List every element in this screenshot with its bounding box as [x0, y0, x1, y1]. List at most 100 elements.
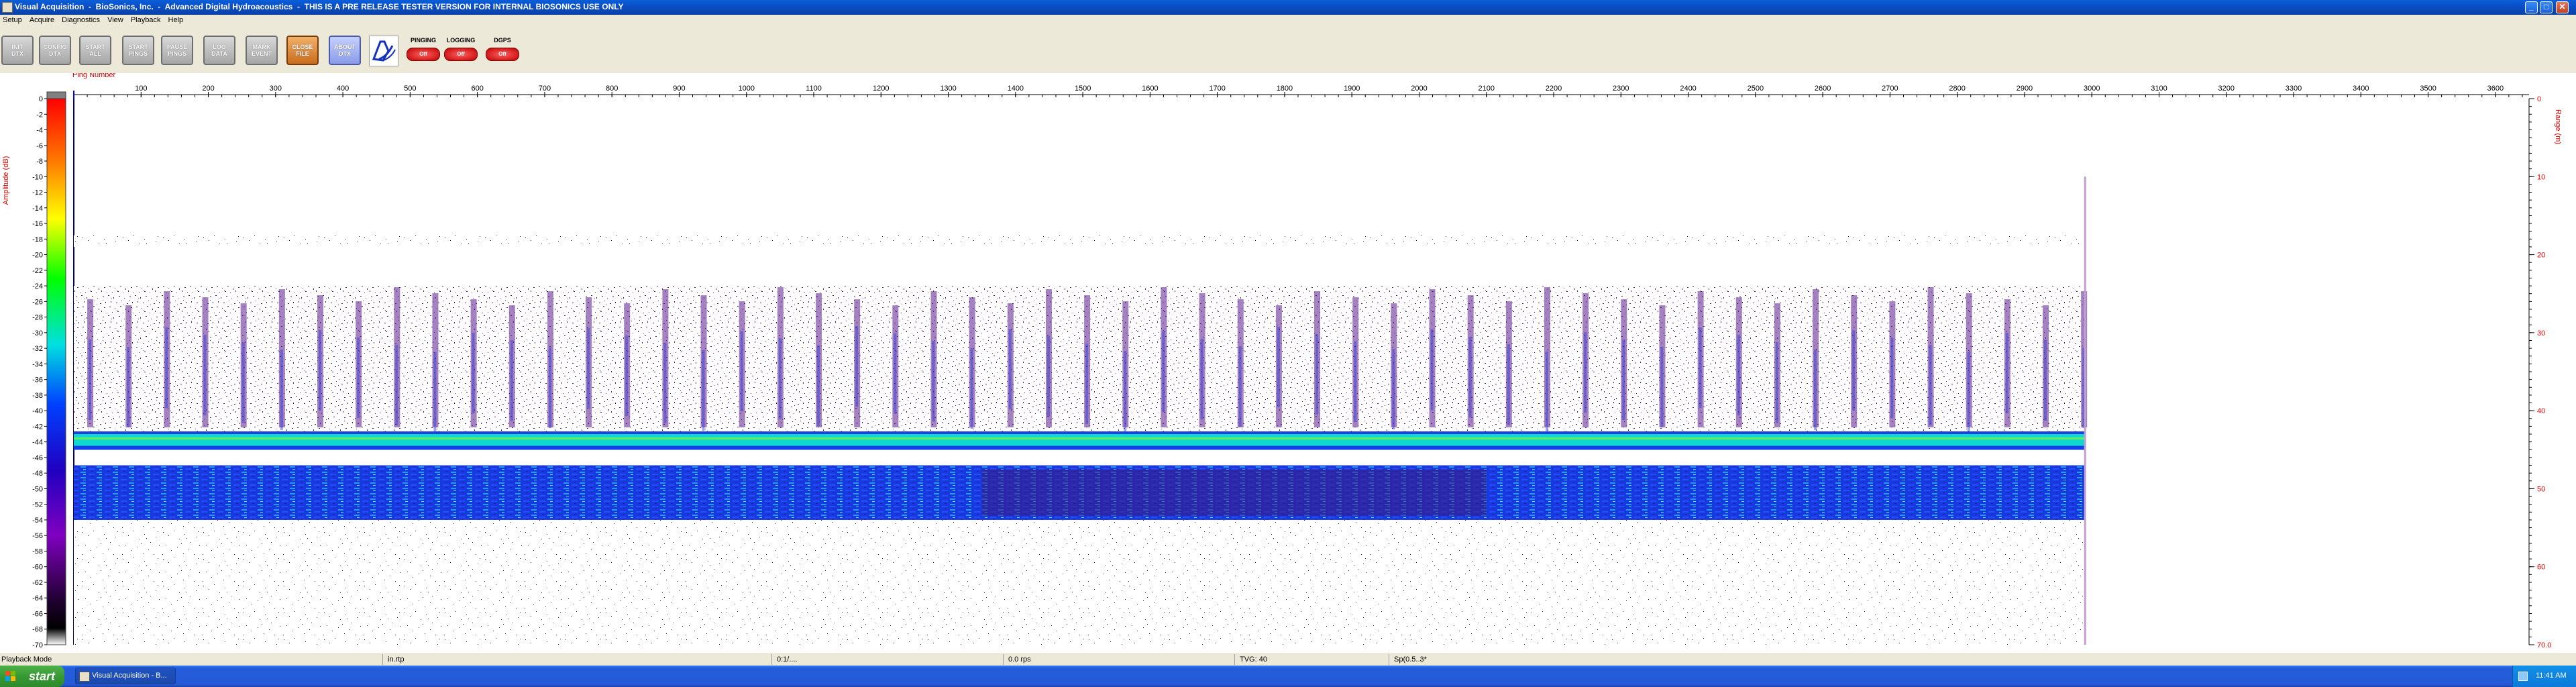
- status-sp: Sp(0.5..3*: [1394, 655, 1427, 664]
- ping-tick-label: 1600: [1142, 85, 1158, 93]
- status-separator: [771, 654, 772, 665]
- button-label-line2: FILE: [296, 50, 309, 57]
- strong-layer-peak: [74, 437, 2086, 440]
- colorbar-tick-label: 0: [39, 95, 43, 103]
- range-tick-label: 30: [2537, 329, 2545, 337]
- fish-school-core: [1737, 335, 1740, 416]
- colorbar-tick-label: -42: [32, 423, 43, 431]
- colorbar-tick-label: -20: [32, 252, 43, 260]
- init-dtx-button[interactable]: INIT DTX: [1, 36, 34, 65]
- colorbar-tick-label: -24: [32, 282, 43, 290]
- ping-tick-label: 1900: [1344, 85, 1360, 93]
- x-axis-title: Ping Number: [72, 73, 116, 79]
- fish-school-core: [1890, 337, 1894, 419]
- maximize-button[interactable]: □: [2540, 1, 2553, 13]
- fish-school-core: [318, 330, 321, 411]
- colorbar-tick-label: -30: [32, 329, 43, 337]
- button-label-line2: DATA: [211, 50, 227, 57]
- logging-indicator: LOGGING Off: [443, 36, 479, 65]
- colorbar-tick-label: -2: [36, 111, 43, 119]
- ping-tick-label: 1500: [1075, 85, 1091, 93]
- echogram-chart[interactable]: 0 -2 -4 -6 -8 -10 -12 -14 -16 -18 -20 -22 -24 -26 -28 -…: [0, 73, 2576, 652]
- ping-tick-label: 2700: [1882, 85, 1898, 93]
- system-tray: 11:41 AM: [2512, 666, 2576, 687]
- fish-school-core: [970, 348, 973, 429]
- taskbar-app-button[interactable]: Visual Acquisition - B...: [75, 668, 176, 684]
- colorbar-tick-label: -58: [32, 547, 43, 556]
- noise-floor-region: [74, 519, 2086, 645]
- ping-tick-label: 2900: [2017, 85, 2033, 93]
- range-tick-label: 50: [2537, 485, 2545, 493]
- fish-school-core: [1967, 352, 1970, 433]
- ping-tick-label: 3300: [2286, 85, 2302, 93]
- about-dtx-button[interactable]: ABOUT DTX: [329, 36, 361, 65]
- dgps-label: DGPS: [494, 37, 511, 44]
- title-bar[interactable]: Visual Acquisition - BioSonics, Inc. - A…: [0, 0, 2576, 15]
- network-icon[interactable]: [2518, 672, 2528, 681]
- button-label-line2: DTX: [339, 50, 351, 57]
- range-axis-title: Range (m): [2554, 109, 2562, 144]
- logging-state: Off: [444, 48, 478, 61]
- start-pings-button[interactable]: START PINGS: [122, 36, 154, 65]
- fish-school-core: [1085, 344, 1089, 425]
- colorbar-tick-label: -62: [32, 579, 43, 587]
- button-label-line2: DTX: [49, 50, 61, 57]
- menu-view[interactable]: View: [105, 15, 126, 24]
- ping-tick-label: 1700: [1209, 85, 1225, 93]
- menu-bar: Setup Acquire Diagnostics View Playback …: [0, 15, 2576, 26]
- colorbar-tick-label: -4: [36, 127, 43, 135]
- fish-school-core: [1238, 346, 1242, 427]
- range-axis: 0 10 20 30 40 50 60 70.0: [2528, 95, 2551, 649]
- menu-setup[interactable]: Setup: [0, 15, 25, 24]
- ping-tick-label: 400: [337, 85, 349, 93]
- start-all-button[interactable]: START ALL: [79, 36, 111, 65]
- ping-tick-label: 1400: [1008, 85, 1024, 93]
- minimize-button[interactable]: _: [2525, 1, 2538, 13]
- fish-school-core: [778, 338, 782, 419]
- ping-tick-label: 2800: [1949, 85, 1965, 93]
- menu-help[interactable]: Help: [166, 15, 186, 24]
- colorbar-tick-label: -18: [32, 235, 43, 244]
- button-label-line1: CONFIG: [43, 44, 67, 50]
- button-label-line2: ALL: [89, 50, 101, 57]
- colorbar-tick-label: -52: [32, 501, 43, 509]
- fish-school-core: [2044, 340, 2047, 421]
- biosonics-logo-icon[interactable]: [369, 36, 398, 66]
- start-button[interactable]: start: [0, 666, 64, 687]
- menu-acquire[interactable]: Acquire: [27, 15, 57, 24]
- close-button[interactable]: ✕: [2556, 1, 2569, 13]
- dgps-state: Off: [486, 48, 519, 61]
- echogram-panel[interactable]: 0 -2 -4 -6 -8 -10 -12 -14 -16 -18 -20 -22 -24 -26 -28 -…: [0, 73, 2576, 652]
- status-separator: [1003, 654, 1004, 665]
- strong-layer-lower-edge: [74, 445, 2086, 450]
- button-label-line1: CLOSE: [292, 44, 313, 50]
- colorbar-tick-label: -26: [32, 298, 43, 306]
- fish-school-core: [625, 335, 629, 417]
- menu-diagnostics[interactable]: Diagnostics: [59, 15, 103, 24]
- button-label-line1: LOG: [213, 44, 226, 50]
- ping-tick-label: 100: [135, 85, 147, 93]
- log-data-button[interactable]: LOG DATA: [203, 36, 235, 65]
- fish-school-core: [894, 333, 897, 415]
- colorbar-gradient: [46, 98, 66, 645]
- fish-school-core: [855, 326, 859, 407]
- pause-pings-button[interactable]: PAUSE PINGS: [161, 36, 193, 65]
- range-tick-label: 10: [2537, 173, 2545, 181]
- windows-flag-icon: [5, 671, 15, 681]
- ping-tick-label: 2400: [1680, 85, 1696, 93]
- ping-tick-label: 3400: [2353, 85, 2369, 93]
- ping-tick-label: 2000: [1411, 85, 1427, 93]
- config-dtx-button[interactable]: CONFIG DTX: [39, 36, 71, 65]
- mark-event-button[interactable]: MARK EVENT: [246, 36, 278, 65]
- fish-school-core: [1124, 351, 1127, 432]
- menu-playback[interactable]: Playback: [128, 15, 164, 24]
- close-file-button[interactable]: CLOSE FILE: [286, 36, 319, 65]
- amplitude-axis-title: Amplitude (dB): [2, 156, 10, 205]
- button-label-line2: EVENT: [251, 50, 272, 57]
- ping-tick-label: 1100: [806, 85, 822, 93]
- ping-tick-label: 1000: [738, 85, 754, 93]
- ping-tick-label: 1800: [1277, 85, 1293, 93]
- app-icon[interactable]: [2, 2, 13, 13]
- status-unit: in.rtp: [388, 655, 405, 664]
- colorbar-tick-label: -14: [32, 205, 43, 213]
